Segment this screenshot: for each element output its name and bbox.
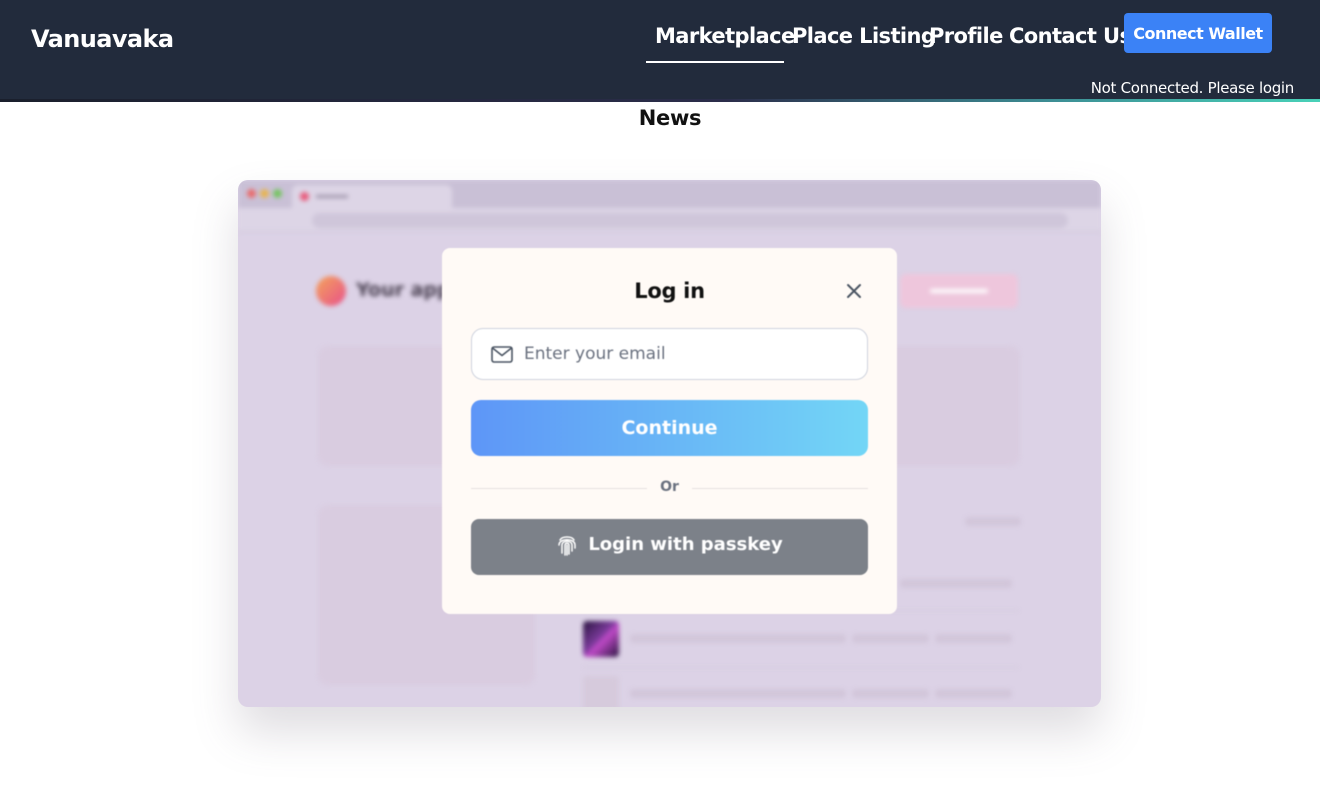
mock-address-bar [238, 208, 1101, 232]
divider-right [692, 488, 868, 489]
window-close-dot [247, 189, 256, 198]
mock-browser-tabbar [238, 180, 1101, 208]
nav-place-listing[interactable]: Place Listing [792, 24, 936, 48]
nav-contact-us[interactable]: Contact Us [1009, 24, 1132, 48]
window-maximize-dot [273, 189, 282, 198]
mock-browser-tab [292, 185, 452, 208]
header-accent-bar [0, 99, 1320, 102]
nav-marketplace[interactable]: Marketplace [655, 24, 795, 48]
window-minimize-dot [260, 189, 269, 198]
divider-or: Or [660, 479, 679, 495]
tab-favicon [300, 192, 309, 201]
continue-button: Continue [471, 400, 868, 456]
mock-pink-button [900, 274, 1018, 308]
connect-wallet-button[interactable]: Connect Wallet [1124, 13, 1272, 53]
close-icon [847, 284, 861, 298]
email-placeholder: Enter your email [524, 344, 666, 364]
fingerprint-icon [558, 535, 577, 556]
mock-nft-thumbnail [583, 621, 619, 657]
modal-title: Log in [634, 279, 705, 303]
passkey-button: Login with passkey [471, 519, 868, 575]
top-navbar: Vanuavaka Marketplace Place Listing Prof… [0, 0, 1320, 102]
passkey-button-label: Login with passkey [588, 534, 783, 555]
nav-profile[interactable]: Profile [929, 24, 1003, 48]
connection-status: Not Connected. Please login [1090, 79, 1295, 97]
nav-active-indicator [646, 61, 784, 63]
mock-app-logo [316, 276, 346, 306]
login-modal: Log in Enter your email Continue Or Logi… [442, 248, 897, 614]
brand-logo[interactable]: Vanuavaka [31, 25, 174, 53]
mail-icon [491, 346, 513, 363]
email-field: Enter your email [471, 328, 868, 380]
mock-app-name: Your app [356, 279, 451, 301]
section-title-news: News [638, 106, 702, 130]
news-image[interactable]: Your app Log in Enter your email Continu… [238, 180, 1101, 707]
